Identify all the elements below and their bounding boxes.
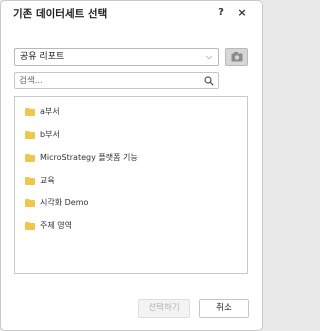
list-item[interactable]: b부서	[25, 128, 60, 142]
help-button[interactable]: ?	[213, 5, 229, 21]
list-item-label: 주제 영역	[40, 221, 72, 230]
list-item-label: 교육	[40, 176, 55, 185]
folder-icon	[25, 131, 35, 139]
source-dropdown[interactable]: 공유 리포트 ⌵	[14, 48, 219, 66]
cancel-button[interactable]: 취소	[199, 299, 249, 318]
dialog-title: 기존 데이터세트 선택	[13, 8, 108, 20]
list-item[interactable]: a부서	[25, 105, 60, 119]
image-button[interactable]	[225, 48, 248, 66]
close-button[interactable]: ×	[234, 5, 250, 21]
folder-list: a부서 b부서 MicroStrategy 플랫폼 기능 교육 시각화 Demo…	[14, 96, 248, 274]
select-dataset-dialog: 기존 데이터세트 선택 ? × 공유 리포트 ⌵ a부서 b부서 MicroS	[0, 0, 263, 331]
list-item-label: a부서	[40, 107, 60, 116]
chevron-down-icon: ⌵	[205, 52, 213, 61]
list-item[interactable]: 교육	[25, 174, 55, 188]
source-dropdown-value: 공유 리포트	[20, 52, 65, 62]
list-item[interactable]: 주제 영역	[25, 219, 72, 233]
folder-icon	[25, 154, 35, 162]
folder-icon	[25, 222, 35, 230]
list-item-label: MicroStrategy 플랫폼 기능	[40, 153, 138, 162]
list-item[interactable]: 시각화 Demo	[25, 196, 88, 210]
list-item-label: b부서	[40, 130, 60, 139]
image-icon	[231, 52, 243, 62]
search-icon[interactable]	[204, 76, 214, 86]
list-item-label: 시각화 Demo	[40, 198, 89, 207]
select-button[interactable]: 선택하기	[138, 299, 190, 318]
folder-icon	[25, 108, 35, 116]
search-field	[14, 72, 219, 89]
folder-icon	[25, 199, 35, 207]
search-input[interactable]	[19, 74, 199, 87]
list-item[interactable]: MicroStrategy 플랫폼 기능	[25, 151, 138, 165]
folder-icon	[25, 177, 35, 185]
